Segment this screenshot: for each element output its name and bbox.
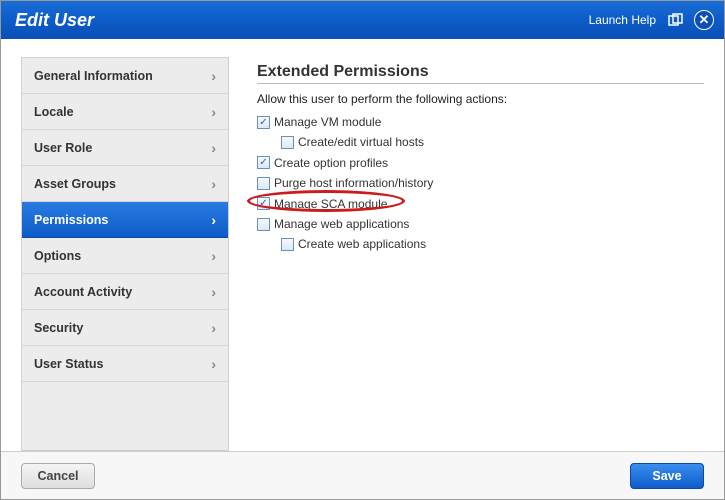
sidebar-item-label: User Role bbox=[34, 141, 92, 155]
dialog-title: Edit User bbox=[15, 10, 94, 31]
dialog-footer: Cancel Save bbox=[1, 451, 724, 499]
checkbox[interactable]: ✓ bbox=[257, 116, 270, 129]
permission-row: Create/edit virtual hosts bbox=[281, 132, 704, 152]
sidebar-item-label: Locale bbox=[34, 105, 74, 119]
checkbox[interactable] bbox=[257, 218, 270, 231]
checkbox[interactable]: ✓ bbox=[257, 156, 270, 169]
popout-icon[interactable] bbox=[666, 11, 684, 29]
edit-user-dialog: Edit User Launch Help ✕ General Informat… bbox=[0, 0, 725, 500]
chevron-right-icon: › bbox=[211, 284, 216, 300]
checkbox[interactable]: ✓ bbox=[257, 197, 270, 210]
sidebar-item-account-activity[interactable]: Account Activity › bbox=[22, 274, 228, 310]
content-panel: Extended Permissions Allow this user to … bbox=[229, 57, 704, 451]
permission-row: ✓ Manage VM module bbox=[257, 112, 704, 132]
sidebar-item-asset-groups[interactable]: Asset Groups › bbox=[22, 166, 228, 202]
permission-row: Manage web applications bbox=[257, 214, 704, 234]
sidebar-item-general-information[interactable]: General Information › bbox=[22, 58, 228, 94]
sidebar-item-label: Security bbox=[34, 321, 83, 335]
permission-label: Manage VM module bbox=[274, 112, 381, 132]
section-description: Allow this user to perform the following… bbox=[257, 92, 704, 106]
sidebar-item-label: General Information bbox=[34, 69, 153, 83]
section-heading: Extended Permissions bbox=[257, 63, 704, 84]
chevron-right-icon: › bbox=[211, 104, 216, 120]
launch-help-link[interactable]: Launch Help bbox=[589, 13, 656, 27]
sidebar-item-label: Asset Groups bbox=[34, 177, 116, 191]
sidebar-item-user-role[interactable]: User Role › bbox=[22, 130, 228, 166]
sidebar-item-label: Permissions bbox=[34, 213, 108, 227]
sidebar: General Information›Locale›User Role›Ass… bbox=[21, 57, 229, 451]
permission-label: Create option profiles bbox=[274, 153, 388, 173]
sidebar-item-locale[interactable]: Locale › bbox=[22, 94, 228, 130]
checkbox[interactable] bbox=[281, 238, 294, 251]
permission-label: Manage SCA module bbox=[274, 194, 387, 214]
chevron-right-icon: › bbox=[211, 320, 216, 336]
permissions-list: ✓ Manage VM moduleCreate/edit virtual hos… bbox=[257, 112, 704, 255]
titlebar: Edit User Launch Help ✕ bbox=[1, 1, 724, 39]
dialog-body: General Information›Locale›User Role›Ass… bbox=[1, 39, 724, 451]
permission-row: Purge host information/history bbox=[257, 173, 704, 193]
chevron-right-icon: › bbox=[211, 212, 216, 228]
chevron-right-icon: › bbox=[211, 176, 216, 192]
titlebar-actions: Launch Help ✕ bbox=[589, 10, 714, 30]
permission-row: ✓ Create option profiles bbox=[257, 153, 704, 173]
chevron-right-icon: › bbox=[211, 248, 216, 264]
sidebar-item-security[interactable]: Security › bbox=[22, 310, 228, 346]
sidebar-item-label: User Status bbox=[34, 357, 103, 371]
permission-label: Manage web applications bbox=[274, 214, 409, 234]
permission-label: Create web applications bbox=[298, 234, 426, 254]
checkbox[interactable] bbox=[281, 136, 294, 149]
checkbox[interactable] bbox=[257, 177, 270, 190]
sidebar-item-label: Options bbox=[34, 249, 81, 263]
permission-row: ✓ Manage SCA module bbox=[257, 194, 704, 214]
cancel-button[interactable]: Cancel bbox=[21, 463, 95, 489]
permission-label: Purge host information/history bbox=[274, 173, 433, 193]
chevron-right-icon: › bbox=[211, 356, 216, 372]
chevron-right-icon: › bbox=[211, 140, 216, 156]
permission-row: Create web applications bbox=[281, 234, 704, 254]
save-button[interactable]: Save bbox=[630, 463, 704, 489]
permission-label: Create/edit virtual hosts bbox=[298, 132, 424, 152]
sidebar-item-permissions[interactable]: Permissions › bbox=[22, 202, 228, 238]
sidebar-item-options[interactable]: Options › bbox=[22, 238, 228, 274]
sidebar-item-user-status[interactable]: User Status › bbox=[22, 346, 228, 382]
close-icon[interactable]: ✕ bbox=[694, 10, 714, 30]
sidebar-item-label: Account Activity bbox=[34, 285, 132, 299]
chevron-right-icon: › bbox=[211, 68, 216, 84]
